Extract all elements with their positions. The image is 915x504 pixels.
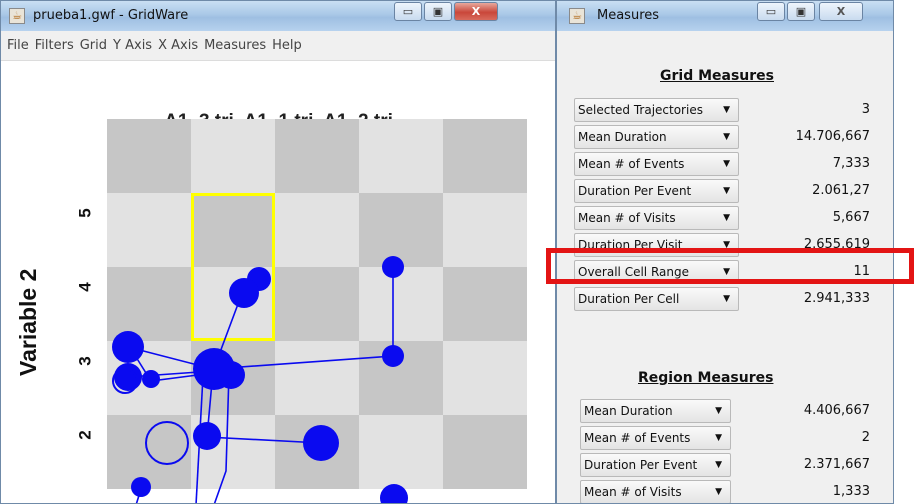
- visit-point: [303, 425, 339, 461]
- y-tick-2: 2: [75, 430, 95, 440]
- region-measures-heading: Region Measures: [638, 370, 774, 386]
- menu-help[interactable]: Help: [272, 31, 302, 61]
- measure-dropdown[interactable]: Selected Trajectories ▼: [574, 98, 739, 122]
- measure-value: 2.061,27: [812, 183, 870, 198]
- measures-titlebar[interactable]: ☕ Measures ▭ ▣ X: [557, 1, 893, 31]
- dropdown-arrow-icon: ▼: [723, 213, 730, 223]
- maximize-button[interactable]: ▣: [424, 2, 452, 21]
- close-button[interactable]: X: [819, 2, 863, 21]
- visit-point: [380, 484, 408, 503]
- measure-dropdown[interactable]: Mean # of Events ▼: [580, 426, 731, 450]
- measure-value: 2: [861, 430, 870, 445]
- measure-label: Mean # of Events: [578, 157, 685, 171]
- measure-value: 14.706,667: [795, 129, 870, 144]
- measure-label: Mean # of Events: [584, 431, 691, 445]
- measure-row: Duration Per Cell ▼ 2.941,333: [574, 287, 870, 313]
- dropdown-arrow-icon: ▼: [715, 406, 722, 416]
- measure-row: Mean # of Events ▼ 2: [580, 426, 870, 452]
- visit-point: [145, 421, 189, 465]
- measure-dropdown[interactable]: Duration Per Cell ▼: [574, 287, 739, 311]
- dropdown-arrow-icon: ▼: [723, 105, 730, 115]
- measure-dropdown[interactable]: Mean # of Visits ▼: [574, 206, 739, 230]
- measure-row: Mean Duration ▼ 14.706,667: [574, 125, 870, 151]
- visit-point: [382, 345, 404, 367]
- dropdown-arrow-icon: ▼: [723, 294, 730, 304]
- menu-y-axis[interactable]: Y Axis: [113, 31, 152, 61]
- java-app-icon: ☕: [569, 8, 585, 24]
- minimize-button[interactable]: ▭: [394, 2, 422, 21]
- measure-row: Mean # of Events ▼ 7,333: [574, 152, 870, 178]
- measure-value: 2.371,667: [803, 457, 870, 472]
- measure-label: Mean # of Visits: [584, 485, 682, 499]
- highlight-box: [546, 248, 914, 284]
- visit-point: [217, 361, 245, 389]
- menu-bar: File Filters Grid Y Axis X Axis Measures Help: [1, 31, 555, 61]
- dropdown-arrow-icon: ▼: [723, 186, 730, 196]
- measure-row: Duration Per Event ▼ 2.371,667: [580, 453, 870, 479]
- visit-point: [382, 256, 404, 278]
- minimize-button[interactable]: ▭: [757, 2, 785, 21]
- dropdown-arrow-icon: ▼: [715, 433, 722, 443]
- measure-value: 5,667: [832, 210, 870, 225]
- y-tick-4: 4: [75, 282, 95, 292]
- menu-file[interactable]: File: [7, 31, 29, 61]
- measure-row: Selected Trajectories ▼ 3: [574, 98, 870, 124]
- measure-label: Duration Per Cell: [578, 292, 680, 306]
- menu-grid[interactable]: Grid: [80, 31, 107, 61]
- visit-point: [114, 363, 142, 391]
- y-axis-label: Variable 2: [15, 268, 41, 376]
- visit-point: [193, 422, 221, 450]
- measure-label: Duration Per Event: [584, 458, 698, 472]
- measure-dropdown[interactable]: Mean Duration ▼: [580, 399, 731, 423]
- visit-point: [142, 370, 160, 388]
- dropdown-arrow-icon: ▼: [715, 487, 722, 497]
- grid-measures-heading: Grid Measures: [660, 68, 774, 84]
- measure-dropdown[interactable]: Mean Duration ▼: [574, 125, 739, 149]
- menu-filters[interactable]: Filters: [35, 31, 74, 61]
- measure-dropdown[interactable]: Duration Per Event ▼: [574, 179, 739, 203]
- measure-dropdown[interactable]: Duration Per Event ▼: [580, 453, 731, 477]
- menu-x-axis[interactable]: X Axis: [158, 31, 198, 61]
- measure-label: Mean Duration: [578, 130, 667, 144]
- visit-point: [131, 477, 151, 497]
- measure-label: Selected Trajectories: [578, 103, 703, 117]
- measure-value: 1,333: [832, 484, 870, 499]
- measure-row: Mean # of Visits ▼ 1,333: [580, 480, 870, 503]
- measure-dropdown[interactable]: Mean # of Visits ▼: [580, 480, 731, 503]
- measure-label: Duration Per Event: [578, 184, 692, 198]
- measure-row: Mean # of Visits ▼ 5,667: [574, 206, 870, 232]
- dropdown-arrow-icon: ▼: [723, 159, 730, 169]
- measure-value: 2.941,333: [803, 291, 870, 306]
- measure-row: Duration Per Event ▼ 2.061,27: [574, 179, 870, 205]
- window-title: prueba1.gwf - GridWare: [33, 8, 189, 23]
- y-tick-5: 5: [75, 208, 95, 218]
- dropdown-arrow-icon: ▼: [715, 460, 722, 470]
- menu-measures[interactable]: Measures: [204, 31, 266, 61]
- dropdown-arrow-icon: ▼: [723, 132, 730, 142]
- close-button[interactable]: X: [454, 2, 498, 21]
- measure-value: 4.406,667: [803, 403, 870, 418]
- measure-row: Mean Duration ▼ 4.406,667: [580, 399, 870, 425]
- visit-point: [229, 278, 259, 308]
- measure-value: 7,333: [832, 156, 870, 171]
- y-tick-3: 3: [75, 356, 95, 366]
- measures-title: Measures: [597, 8, 660, 23]
- measure-label: Mean Duration: [584, 404, 673, 418]
- visit-point: [112, 331, 144, 363]
- java-app-icon: ☕: [9, 8, 25, 24]
- gridware-window: ☕ prueba1.gwf - GridWare ▭ ▣ X File Filte…: [0, 0, 556, 504]
- measure-value: 3: [861, 102, 870, 117]
- gridware-titlebar[interactable]: ☕ prueba1.gwf - GridWare ▭ ▣ X: [1, 1, 555, 31]
- maximize-button[interactable]: ▣: [787, 2, 815, 21]
- measure-dropdown[interactable]: Mean # of Events ▼: [574, 152, 739, 176]
- measure-label: Mean # of Visits: [578, 211, 676, 225]
